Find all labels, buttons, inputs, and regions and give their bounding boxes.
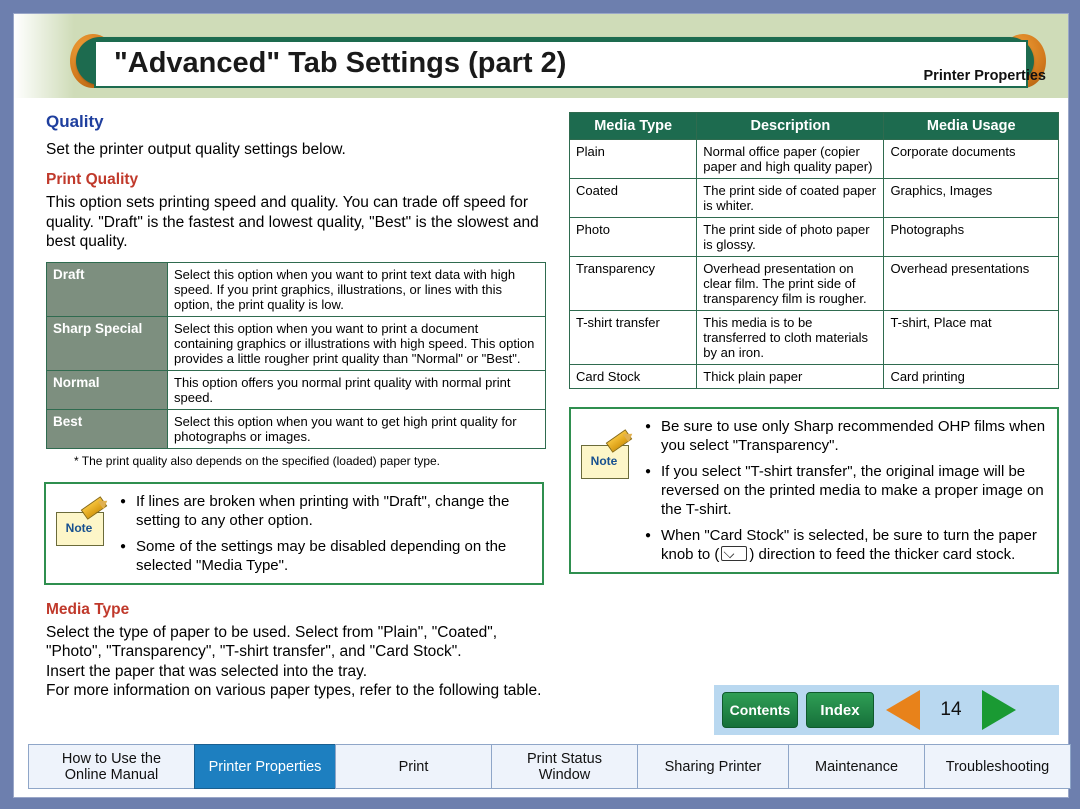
table-row: Sharp Special Select this option when yo… xyxy=(46,315,546,371)
list-item: Some of the settings may be disabled dep… xyxy=(120,537,532,575)
note-icon-label: Note xyxy=(590,454,618,468)
nav-label: Print xyxy=(398,758,429,775)
right-column: Media Type Description Media Usage Plain… xyxy=(568,112,1059,574)
table-row: Transparency Overhead presentation on cl… xyxy=(568,256,1059,311)
note-list-left: If lines are broken when printing with "… xyxy=(120,492,532,575)
nav-label-line2: Window xyxy=(538,766,591,783)
table-footnote: * The print quality also depends on the … xyxy=(74,453,441,468)
cell-media-usage: Overhead presentations xyxy=(883,256,1059,311)
table-row: Best Select this option when you want to… xyxy=(46,408,546,449)
cell-description: The print side of coated paper is whiter… xyxy=(696,178,885,218)
column-header-media-usage: Media Usage xyxy=(883,112,1059,140)
quality-desc: Select this option when you want to get … xyxy=(167,408,546,449)
page-number: 14 xyxy=(940,699,962,720)
cell-media-usage: Corporate documents xyxy=(883,139,1059,179)
print-quality-table: Draft Select this option when you want t… xyxy=(46,261,546,449)
contents-button[interactable]: Contents xyxy=(722,692,798,728)
table-row: Photo The print side of photo paper is g… xyxy=(568,217,1059,257)
media-type-body-2: Insert the paper that was selected into … xyxy=(46,662,368,680)
nav-print[interactable]: Print xyxy=(335,744,492,789)
cell-media-type: T-shirt transfer xyxy=(568,310,698,365)
note-box-left: Note If lines are broken when printing w… xyxy=(44,481,544,585)
cell-description: This media is to be transferred to cloth… xyxy=(696,310,885,365)
table-row: Plain Normal office paper (copier paper … xyxy=(568,139,1059,179)
header-gradient xyxy=(14,14,74,98)
media-type-body-1: Select the type of paper to be used. Sel… xyxy=(46,623,498,661)
cell-media-type: Photo xyxy=(568,217,698,257)
note-box-right: Note Be sure to use only Sharp recommend… xyxy=(569,407,1059,574)
section-label: Printer Properties xyxy=(923,68,1047,84)
nav-maintenance[interactable]: Maintenance xyxy=(788,744,925,789)
list-item: Be sure to use only Sharp recommended OH… xyxy=(645,417,1047,455)
media-type-heading: Media Type xyxy=(46,600,130,618)
nav-how-to-use[interactable]: How to Use the Online Manual xyxy=(28,744,195,789)
left-column: Quality Set the printer output quality s… xyxy=(44,112,546,711)
quality-heading: Quality xyxy=(46,112,104,131)
list-item: When "Card Stock" is selected, be sure t… xyxy=(645,526,1047,564)
quality-desc: Select this option when you want to prin… xyxy=(167,261,546,317)
nav-label-line2: Online Manual xyxy=(64,766,159,783)
note-icon-label: Note xyxy=(65,520,93,535)
page-title: "Advanced" Tab Settings (part 2) xyxy=(114,47,567,79)
note-text-c: ) direction to feed the thicker card xyxy=(749,546,972,563)
quality-label: Sharp Special xyxy=(46,315,168,371)
note-icon: Note xyxy=(581,429,636,479)
list-item: If you select "T-shirt transfer", the or… xyxy=(645,462,1047,519)
column-header-description: Description xyxy=(696,112,885,140)
nav-print-status-window[interactable]: Print Status Window xyxy=(491,744,638,789)
nav-troubleshooting[interactable]: Troubleshooting xyxy=(924,744,1071,789)
media-type-table: Media Type Description Media Usage Plain… xyxy=(568,112,1059,389)
table-header-row: Media Type Description Media Usage xyxy=(568,112,1059,140)
cell-media-usage: Card printing xyxy=(883,364,1059,389)
cell-description: The print side of photo paper is glossy. xyxy=(696,217,885,257)
table-row: Card Stock Thick plain paper Card printi… xyxy=(568,364,1059,389)
column-header-media-type: Media Type xyxy=(568,112,698,140)
cell-media-type: Transparency xyxy=(568,256,698,311)
page-header: "Advanced" Tab Settings (part 2) Printer… xyxy=(14,14,1068,98)
footer-nav: How to Use the Online Manual Printer Pro… xyxy=(28,744,1071,789)
table-row: T-shirt transfer This media is to be tra… xyxy=(568,310,1059,365)
quality-desc: This option offers you normal print qual… xyxy=(167,369,546,410)
quality-label: Normal xyxy=(46,369,168,410)
nav-label: Printer Properties xyxy=(208,758,322,775)
header-divider xyxy=(14,98,1068,101)
note-text-a: When "Card Stock" is selected, be sure t… xyxy=(661,527,995,544)
page-navigation: Contents Index 14 xyxy=(714,685,1059,735)
nav-sharing-printer[interactable]: Sharing Printer xyxy=(637,744,789,789)
cell-media-usage: Graphics, Images xyxy=(883,178,1059,218)
previous-page-icon[interactable] xyxy=(886,690,920,730)
quality-label: Draft xyxy=(46,261,168,317)
print-quality-body: This option sets printing speed and qual… xyxy=(46,194,539,250)
cell-media-usage: T-shirt, Place mat xyxy=(883,310,1059,365)
cell-media-usage: Photographs xyxy=(883,217,1059,257)
cell-description: Thick plain paper xyxy=(696,364,885,389)
cell-media-type: Plain xyxy=(568,139,698,179)
quality-label: Best xyxy=(46,408,168,449)
quality-intro: Set the printer output quality settings … xyxy=(46,141,346,158)
table-row: Draft Select this option when you want t… xyxy=(46,261,546,317)
index-button[interactable]: Index xyxy=(806,692,874,728)
cell-media-type: Card Stock xyxy=(568,364,698,389)
manual-page: "Advanced" Tab Settings (part 2) Printer… xyxy=(13,13,1071,798)
nav-label: Sharing Printer xyxy=(664,758,762,775)
cell-media-type: Coated xyxy=(568,178,698,218)
list-item: If lines are broken when printing with "… xyxy=(120,492,532,530)
paper-knob-icon xyxy=(721,546,748,561)
nav-label-line1: How to Use the xyxy=(61,750,162,767)
print-quality-heading: Print Quality xyxy=(46,171,139,188)
quality-desc: Select this option when you want to prin… xyxy=(167,315,546,371)
nav-label: Maintenance xyxy=(814,758,899,775)
note-text-d: stock. xyxy=(976,546,1016,563)
note-list-right: Be sure to use only Sharp recommended OH… xyxy=(645,417,1047,564)
cell-description: Normal office paper (copier paper and hi… xyxy=(696,139,885,179)
nav-label-line1: Print Status xyxy=(527,750,602,767)
media-type-body-3: For more information on various paper ty… xyxy=(46,682,542,699)
table-row: Coated The print side of coated paper is… xyxy=(568,178,1059,218)
cell-description: Overhead presentation on clear film. The… xyxy=(696,256,885,311)
next-page-icon[interactable] xyxy=(982,690,1016,730)
table-row: Normal This option offers you normal pri… xyxy=(46,369,546,410)
note-icon: Note xyxy=(56,495,111,546)
nav-printer-properties[interactable]: Printer Properties xyxy=(194,744,336,789)
nav-label: Troubleshooting xyxy=(945,758,1050,775)
